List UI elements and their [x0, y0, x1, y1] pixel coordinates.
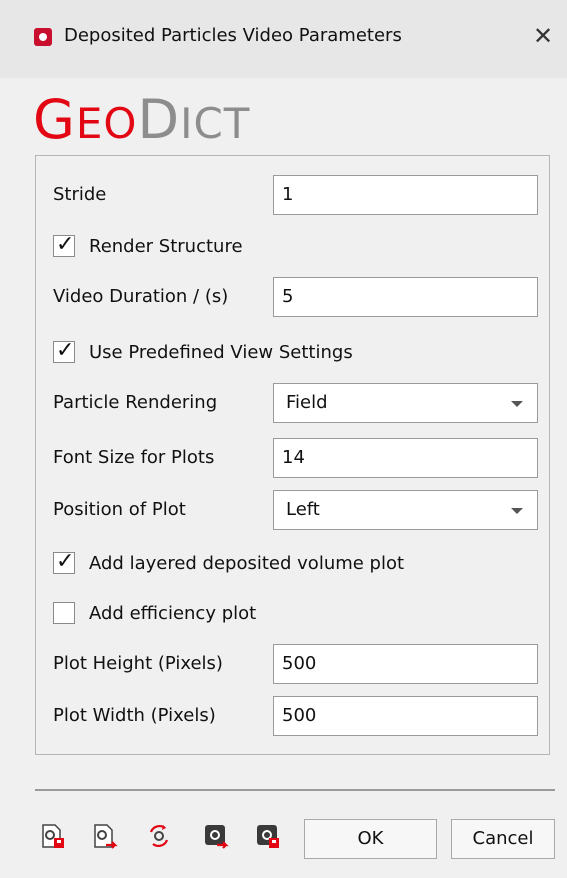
chevron-down-icon: [511, 508, 523, 514]
title-bar: Deposited Particles Video Parameters ✕: [0, 0, 567, 78]
particle-rendering-select[interactable]: Field: [273, 383, 538, 423]
window-title: Deposited Particles Video Parameters: [64, 25, 402, 46]
add-efficiency-plot-label: Add efficiency plot: [89, 602, 257, 624]
position-of-plot-value: Left: [286, 499, 320, 520]
add-layered-volume-plot-check-icon[interactable]: [53, 549, 75, 574]
geodict-logo: GEODICT: [33, 88, 251, 151]
plot-width-input[interactable]: 500: [273, 696, 538, 736]
save-settings-icon[interactable]: [40, 823, 66, 849]
chevron-down-icon: [511, 401, 523, 407]
position-of-plot-select[interactable]: Left: [273, 490, 538, 530]
use-predefined-view-check-icon[interactable]: [53, 338, 75, 363]
reset-settings-icon[interactable]: [146, 823, 172, 849]
store-settings-icon[interactable]: [255, 823, 281, 849]
add-layered-volume-plot-checkbox[interactable]: Add layered deposited volume plot: [53, 546, 404, 580]
position-of-plot-label: Position of Plot: [53, 499, 186, 520]
video-duration-input[interactable]: 5: [273, 277, 538, 317]
export-settings-icon[interactable]: [92, 823, 118, 849]
render-structure-check-icon[interactable]: [53, 232, 75, 257]
add-efficiency-plot-check-icon[interactable]: [53, 602, 75, 624]
render-structure-label: Render Structure: [89, 235, 243, 257]
load-settings-icon[interactable]: [203, 823, 229, 849]
add-layered-volume-plot-label: Add layered deposited volume plot: [89, 552, 405, 574]
app-icon: [34, 28, 52, 46]
particle-rendering-value: Field: [286, 392, 328, 413]
stride-label: Stride: [53, 184, 107, 205]
close-button[interactable]: ✕: [525, 18, 561, 54]
font-size-plots-label: Font Size for Plots: [53, 447, 215, 468]
footer-divider: [35, 789, 555, 791]
ok-button[interactable]: OK: [304, 819, 437, 859]
use-predefined-view-label: Use Predefined View Settings: [89, 341, 353, 363]
stride-input[interactable]: 1: [273, 175, 538, 215]
plot-height-label: Plot Height (Pixels): [53, 653, 223, 674]
font-size-plots-input[interactable]: 14: [273, 438, 538, 478]
render-structure-checkbox[interactable]: Render Structure: [53, 229, 243, 263]
plot-height-input[interactable]: 500: [273, 644, 538, 684]
plot-width-label: Plot Width (Pixels): [53, 705, 216, 726]
cancel-button[interactable]: Cancel: [451, 819, 555, 859]
particle-rendering-label: Particle Rendering: [53, 392, 218, 413]
add-efficiency-plot-checkbox[interactable]: Add efficiency plot: [53, 596, 256, 630]
use-predefined-view-checkbox[interactable]: Use Predefined View Settings: [53, 335, 353, 369]
video-duration-label: Video Duration / (s): [53, 286, 229, 307]
